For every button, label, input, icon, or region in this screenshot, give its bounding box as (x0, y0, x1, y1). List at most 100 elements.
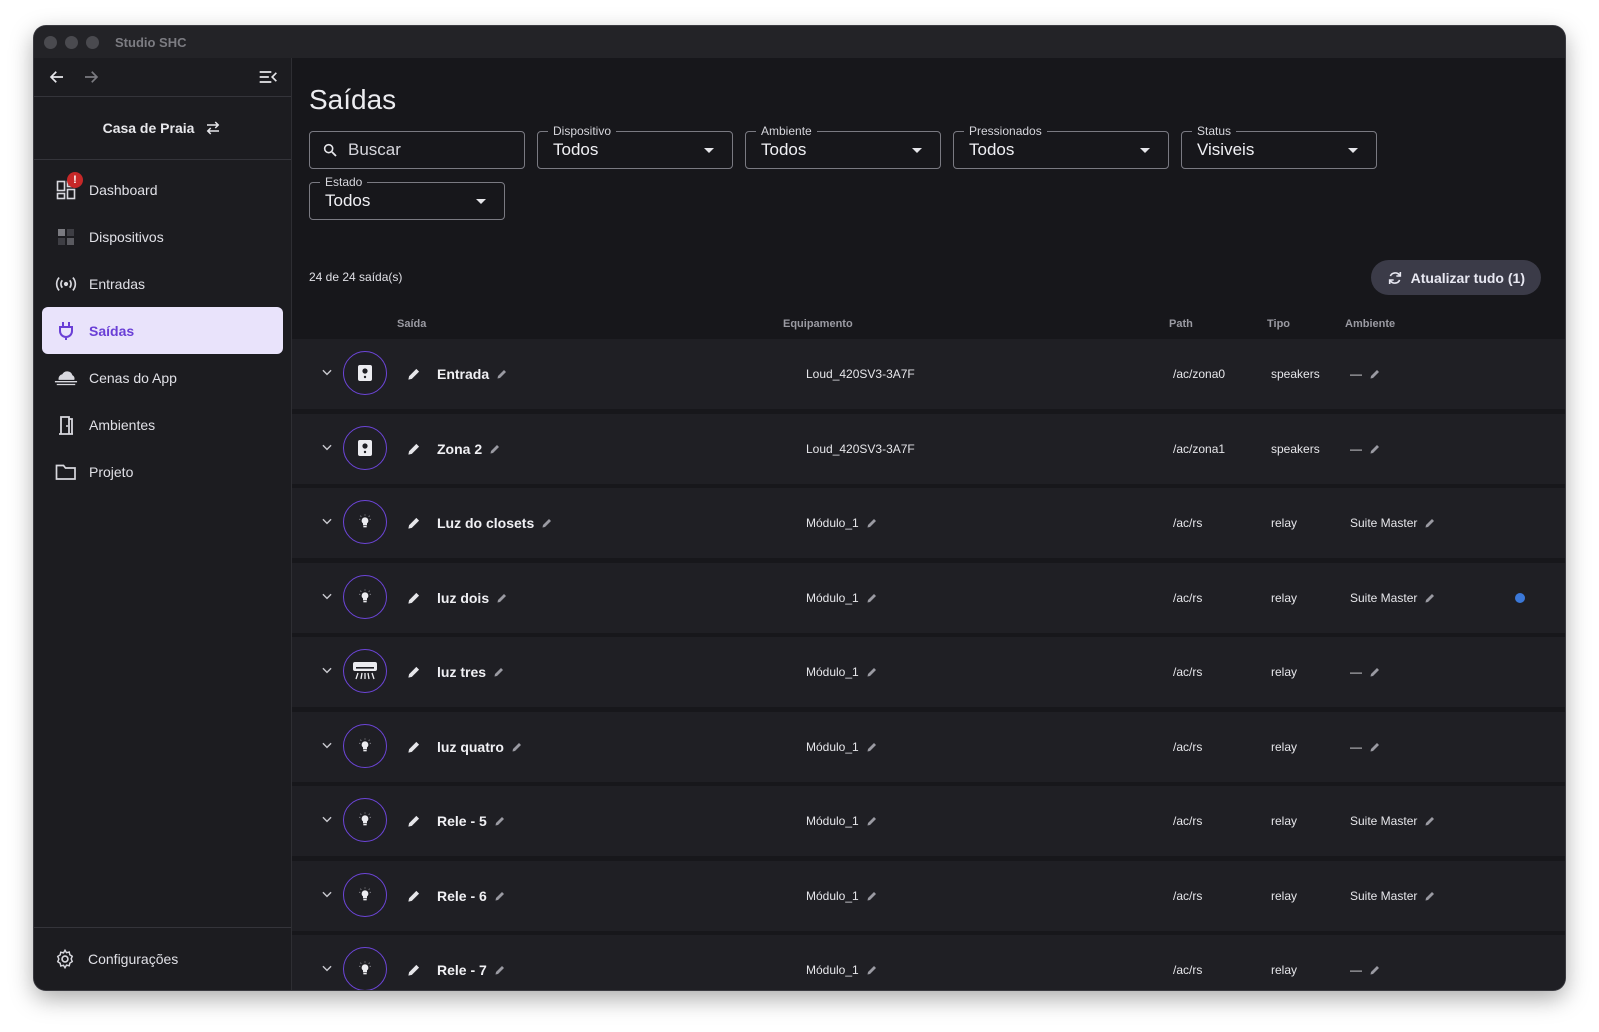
edit-equipment-pencil-icon[interactable] (866, 666, 878, 678)
sidebar-item-cenas[interactable]: Cenas do App (42, 354, 283, 401)
rename-pencil-icon[interactable] (494, 964, 506, 976)
search-placeholder: Buscar (348, 140, 401, 159)
rename-pencil-icon[interactable] (493, 666, 505, 678)
expand-chevron-icon[interactable] (320, 589, 334, 606)
table-row[interactable]: Rele - 5 Módulo_1 /ac/rs relay Suite Mas… (292, 786, 1565, 856)
minimize-window-button[interactable] (65, 35, 78, 49)
output-avatar (343, 723, 387, 768)
edit-ambiente-pencil-icon[interactable] (1424, 815, 1436, 827)
estado-select[interactable]: Estado Todos (309, 175, 505, 220)
status-select[interactable]: Status Visiveis (1181, 124, 1377, 169)
table-row[interactable]: luz quatro Módulo_1 /ac/rs relay — (292, 711, 1565, 782)
path-cell: /ac/zona0 (1173, 367, 1226, 381)
edit-equipment-pencil-icon[interactable] (866, 741, 878, 753)
edit-ambiente-pencil-icon[interactable] (1424, 890, 1436, 902)
edit-pencil-icon[interactable] (407, 591, 421, 608)
sidebar-item-saidas[interactable]: Saídas (42, 307, 283, 354)
rename-pencil-icon[interactable] (494, 815, 506, 827)
search-input[interactable]: Buscar (309, 131, 525, 169)
outputs-table: Entrada Loud_420SV3-3A7F /ac/zona0 speak… (292, 339, 1565, 990)
sidebar: Casa de Praia ! Dashboard Dispositivos E… (34, 58, 292, 990)
edit-pencil-icon[interactable] (407, 516, 421, 533)
table-row[interactable]: Luz do closets Módulo_1 /ac/rs relay Sui… (292, 488, 1565, 558)
edit-ambiente-pencil-icon[interactable] (1424, 517, 1436, 529)
edit-pencil-icon[interactable] (407, 665, 421, 682)
edit-ambiente-pencil-icon[interactable] (1424, 592, 1436, 604)
edit-equipment-pencil-icon[interactable] (866, 815, 878, 827)
refresh-all-button[interactable]: Atualizar tudo (1) (1370, 260, 1541, 295)
output-name-cell: luz tres (437, 664, 505, 680)
equipment-name: Módulo_1 (806, 888, 859, 903)
rename-pencil-icon[interactable] (511, 741, 523, 753)
equipment-name: Módulo_1 (806, 590, 859, 605)
ambiente-cell: — (1350, 665, 1381, 679)
dispositivo-select[interactable]: Dispositivo Todos (537, 124, 733, 169)
table-row[interactable]: Zona 2 Loud_420SV3-3A7F /ac/zona1 speake… (292, 413, 1565, 484)
output-avatar (343, 500, 387, 544)
cloud-icon (54, 366, 78, 390)
rename-pencil-icon[interactable] (494, 890, 506, 902)
edit-ambiente-pencil-icon[interactable] (1369, 741, 1381, 753)
sidebar-item-dispositivos[interactable]: Dispositivos (42, 213, 283, 260)
settings-label: Configurações (88, 951, 179, 967)
type-cell: relay (1271, 665, 1298, 679)
expand-chevron-icon[interactable] (320, 440, 334, 457)
expand-chevron-icon[interactable] (320, 738, 334, 755)
output-avatar (343, 425, 387, 470)
expand-chevron-icon[interactable] (320, 961, 334, 978)
sidebar-item-dashboard[interactable]: ! Dashboard (42, 166, 283, 213)
expand-chevron-icon[interactable] (320, 365, 334, 382)
edit-pencil-icon[interactable] (407, 442, 421, 459)
expand-chevron-icon[interactable] (320, 663, 334, 680)
rename-pencil-icon[interactable] (496, 368, 508, 380)
close-window-button[interactable] (44, 35, 57, 49)
edit-pencil-icon[interactable] (407, 814, 421, 831)
edit-ambiente-pencil-icon[interactable] (1369, 666, 1381, 678)
edit-equipment-pencil-icon[interactable] (866, 517, 878, 529)
ambiente-name: Suite Master (1350, 888, 1418, 903)
edit-ambiente-pencil-icon[interactable] (1369, 368, 1381, 380)
collapse-menu-icon[interactable] (255, 64, 281, 90)
pressionados-select[interactable]: Pressionados Todos (953, 124, 1169, 169)
table-row[interactable]: Rele - 6 Módulo_1 /ac/rs relay Suite Mas… (292, 860, 1565, 931)
edit-ambiente-pencil-icon[interactable] (1369, 443, 1381, 455)
expand-chevron-icon[interactable] (320, 514, 334, 531)
forward-arrow-icon[interactable] (78, 64, 104, 90)
edit-equipment-pencil-icon[interactable] (866, 592, 878, 604)
table-row[interactable]: luz tres Módulo_1 /ac/rs relay — (292, 637, 1565, 707)
sidebar-item-ambientes[interactable]: Ambientes (42, 401, 283, 448)
sidebar-item-entradas[interactable]: Entradas (42, 260, 283, 307)
sidebar-item-configuracoes[interactable]: Configurações (34, 927, 291, 990)
expand-chevron-icon[interactable] (320, 887, 334, 904)
path-cell: /ac/rs (1173, 814, 1203, 828)
ambiente-select[interactable]: Ambiente Todos (745, 124, 941, 169)
rename-pencil-icon[interactable] (541, 517, 553, 529)
rename-pencil-icon[interactable] (489, 443, 501, 455)
door-icon (54, 413, 78, 437)
table-row[interactable]: luz dois Módulo_1 /ac/rs relay Suite Mas… (292, 562, 1565, 633)
edit-equipment-pencil-icon[interactable] (866, 890, 878, 902)
ambiente-cell: Suite Master (1350, 591, 1436, 605)
output-name: luz quatro (437, 738, 504, 755)
edit-ambiente-pencil-icon[interactable] (1369, 964, 1381, 976)
zoom-window-button[interactable] (86, 35, 99, 49)
path-cell: /ac/rs (1173, 888, 1203, 903)
edit-pencil-icon[interactable] (407, 367, 421, 384)
ambiente-name: — (1350, 441, 1362, 456)
table-row[interactable]: Entrada Loud_420SV3-3A7F /ac/zona0 speak… (292, 339, 1565, 409)
project-switcher[interactable]: Casa de Praia (34, 97, 291, 160)
lightbulb-icon (357, 960, 373, 978)
output-name-cell: Zona 2 (437, 441, 501, 457)
back-arrow-icon[interactable] (44, 64, 70, 90)
expand-chevron-icon[interactable] (320, 812, 334, 829)
type-cell: relay (1271, 888, 1298, 903)
edit-pencil-icon[interactable] (407, 963, 421, 980)
ambiente-name: — (1350, 739, 1362, 754)
rename-pencil-icon[interactable] (496, 592, 508, 604)
edit-pencil-icon[interactable] (407, 740, 421, 757)
edit-pencil-icon[interactable] (407, 889, 421, 906)
edit-equipment-pencil-icon[interactable] (866, 964, 878, 976)
ambiente-cell: Suite Master (1350, 516, 1436, 530)
table-row[interactable]: Rele - 7 Módulo_1 /ac/rs relay — (292, 935, 1565, 990)
sidebar-item-projeto[interactable]: Projeto (42, 448, 283, 495)
